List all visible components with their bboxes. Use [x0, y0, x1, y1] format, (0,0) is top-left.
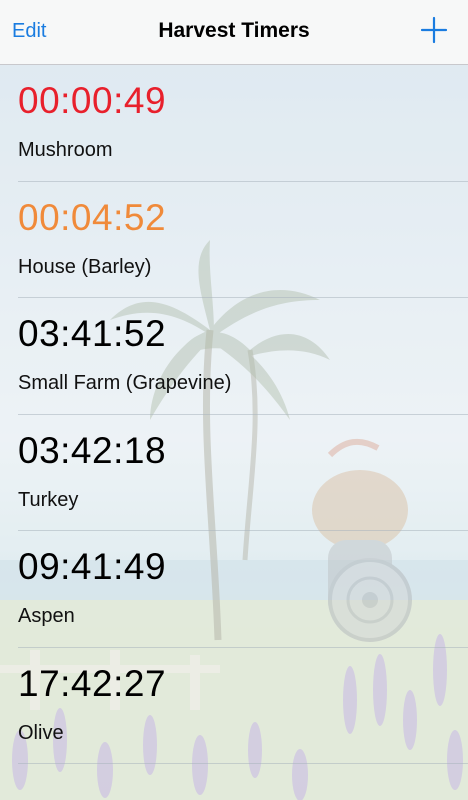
timer-countdown: 00:04:52 [18, 196, 167, 238]
timer-countdown: 09:41:49 [18, 546, 167, 587]
timer-row[interactable]: 03:41:52 Small Farm (Grapevine) [18, 298, 468, 415]
timer-name: Turkey [18, 488, 79, 511]
timer-countdown: 17:42:27 [18, 662, 167, 704]
add-timer-button[interactable] [420, 16, 448, 44]
timer-countdown: 03:41:52 [18, 313, 167, 354]
timer-countdown: 00:00:49 [18, 80, 167, 121]
timer-name: House (Barley) [18, 255, 152, 278]
timer-name: Aspen [18, 605, 75, 627]
timer-row[interactable]: 00:00:49 Mushroom [18, 65, 468, 182]
timer-row[interactable]: 17:42:27 Olive [18, 648, 468, 764]
page-title: Harvest Timers [158, 19, 310, 42]
timer-row[interactable]: 09:41:49 Aspen [18, 531, 468, 648]
plus-icon [420, 16, 448, 44]
app-screen: Edit Harvest Timers 00:00:49 Mushroom 00… [0, 0, 468, 800]
navigation-bar: Edit Harvest Timers [0, 0, 468, 65]
timer-row[interactable]: 03:42:18 Turkey [18, 415, 468, 531]
timer-countdown: 03:42:18 [18, 429, 167, 471]
timer-row[interactable]: 00:04:52 House (Barley) [18, 182, 468, 298]
timer-name: Mushroom [18, 139, 113, 161]
timer-list: 00:00:49 Mushroom 00:04:52 House (Barley… [0, 65, 468, 764]
timer-name: Olive [18, 721, 64, 744]
timer-name: Small Farm (Grapevine) [18, 372, 232, 394]
